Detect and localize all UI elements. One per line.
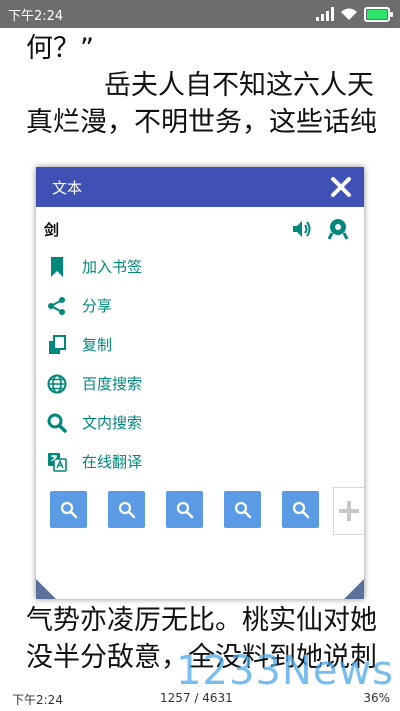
search-engine-row <box>50 487 364 535</box>
close-icon <box>331 177 351 197</box>
bookmark-icon <box>46 256 68 278</box>
action-menu: 加入书签 分享 复制 百度搜索 文内搜索 在线翻译 <box>42 247 358 481</box>
search-icon <box>234 501 251 518</box>
selection-handle-left[interactable] <box>36 579 56 599</box>
text-action-popup: 文本 剑 加入书签 分享 复制 百度搜索 文内搜索 在线翻译 <box>36 167 364 599</box>
search-engine-button[interactable] <box>166 491 203 528</box>
menu-item-label: 文内搜索 <box>82 414 143 432</box>
pin-icon <box>327 219 349 240</box>
share-icon <box>46 295 68 317</box>
menu-item-share[interactable]: 分享 <box>42 286 358 325</box>
menu-item-bookmark[interactable]: 加入书签 <box>42 247 358 286</box>
text-line: 岳夫人自不知这六人天 <box>104 70 374 101</box>
status-icons <box>316 4 393 24</box>
menu-item-text-search[interactable]: 文内搜索 <box>42 403 358 442</box>
popup-header: 文本 <box>36 167 364 207</box>
search-icon <box>46 412 68 434</box>
menu-item-label: 分享 <box>82 297 113 315</box>
search-engine-button[interactable] <box>282 491 319 528</box>
copy-icon <box>46 334 68 356</box>
menu-item-label: 在线翻译 <box>82 453 143 471</box>
popup-title: 文本 <box>52 179 83 197</box>
selected-word: 剑 <box>44 221 60 239</box>
search-engine-button[interactable] <box>224 491 261 528</box>
translate-icon <box>46 451 68 473</box>
menu-item-label: 复制 <box>82 336 113 354</box>
reader-time: 下午2:24 <box>12 693 63 707</box>
selection-handle-right[interactable] <box>344 579 364 599</box>
pin-button[interactable] <box>326 217 350 241</box>
signal-icon <box>316 7 334 21</box>
search-engine-button[interactable] <box>108 491 145 528</box>
selected-word-row: 剑 <box>44 217 356 241</box>
search-icon <box>292 501 309 518</box>
search-icon <box>60 501 77 518</box>
menu-item-translate[interactable]: 在线翻译 <box>42 442 358 481</box>
add-search-engine-button[interactable] <box>333 487 364 535</box>
globe-icon <box>46 373 68 395</box>
text-line: 气势亦凌厉无比。桃实仙对她 <box>26 605 377 636</box>
progress-percent: 36% <box>363 691 390 705</box>
search-icon <box>176 501 193 518</box>
search-icon <box>118 501 135 518</box>
search-engine-button[interactable] <box>50 491 87 528</box>
plus-icon <box>339 501 359 521</box>
menu-item-label: 加入书签 <box>82 258 143 276</box>
wifi-icon <box>341 8 357 20</box>
reader-text-top: 何？” 岳夫人自不知这六人天 真烂漫，不明世务，这些话纯 <box>26 30 386 141</box>
text-line: 何？” <box>26 33 94 64</box>
text-line: 真烂漫，不明世务，这些话纯 <box>26 107 377 138</box>
menu-item-label: 百度搜索 <box>82 375 143 393</box>
reader-status-bar: 下午2:24 1257 / 4631 36% <box>0 686 400 711</box>
speaker-icon <box>293 221 311 237</box>
speak-button[interactable] <box>290 217 314 241</box>
page-indicator: 1257 / 4631 <box>160 691 233 705</box>
battery-icon <box>364 6 393 22</box>
status-time: 下午2:24 <box>8 9 64 24</box>
menu-item-baidu-search[interactable]: 百度搜索 <box>42 364 358 403</box>
menu-item-copy[interactable]: 复制 <box>42 325 358 364</box>
status-bar: 下午2:24 <box>0 0 400 28</box>
close-button[interactable] <box>328 173 354 201</box>
